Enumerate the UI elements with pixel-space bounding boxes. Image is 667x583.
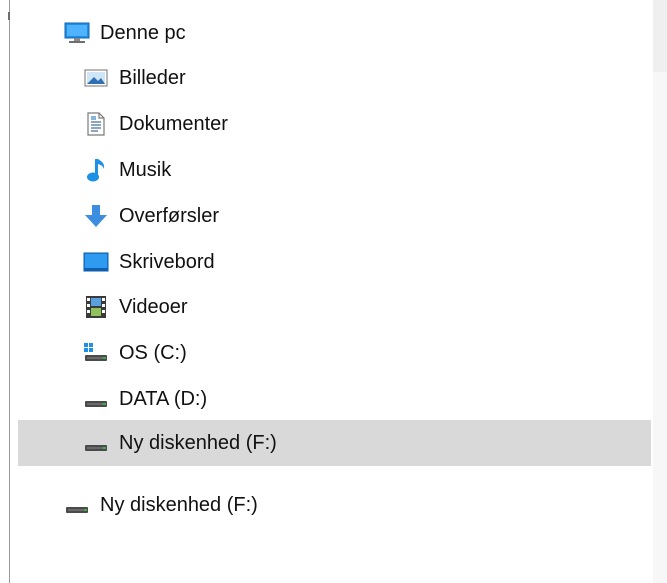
tree-item-musik[interactable]: Musik (83, 147, 643, 193)
tree-item-label: Skrivebord (119, 251, 215, 273)
tree-item-label: Overførsler (119, 205, 219, 227)
tree-item-label: Musik (119, 159, 172, 181)
videos-icon (83, 294, 109, 320)
music-icon (83, 157, 109, 183)
tree-item-label: DATA (D:) (119, 388, 208, 410)
downloads-icon (83, 203, 109, 229)
tree-item-ny-diskenhed-f[interactable]: Ny diskenhed (F:) (64, 482, 624, 528)
documents-icon (83, 111, 109, 137)
drive-icon (83, 430, 109, 456)
tree-item-label: Ny diskenhed (F:) (100, 494, 258, 516)
tree-item-label: Videoer (119, 296, 188, 318)
drive-icon (64, 492, 90, 518)
tree-item-videoer[interactable]: Videoer (83, 284, 643, 330)
pane-splitter[interactable] (0, 0, 10, 583)
navigation-pane: Denne pc Billeder Dokumenter Musik Overf… (0, 0, 667, 583)
vertical-scrollbar[interactable] (653, 0, 667, 583)
desktop-icon (83, 249, 109, 275)
tree-item-data-d[interactable]: DATA (D:) (83, 376, 643, 422)
tree-item-denne-pc[interactable]: Denne pc (64, 10, 624, 56)
tree-item-label: Denne pc (100, 22, 186, 44)
splitter-handle[interactable] (8, 12, 10, 20)
tree-item-dokumenter[interactable]: Dokumenter (83, 101, 643, 147)
tree-item-skrivebord[interactable]: Skrivebord (83, 239, 643, 285)
tree-item-label: OS (C:) (119, 342, 187, 364)
tree-item-os-c[interactable]: OS (C:) (83, 330, 643, 376)
computer-icon (64, 20, 90, 46)
tree-item-ny-diskenhed-f-selected[interactable]: Ny diskenhed (F:) (18, 420, 651, 466)
tree-item-label: Ny diskenhed (F:) (119, 432, 277, 454)
tree-item-overforsler[interactable]: Overførsler (83, 193, 643, 239)
drive-icon (83, 386, 109, 412)
tree-item-label: Billeder (119, 67, 186, 89)
tree-item-billeder[interactable]: Billeder (83, 55, 643, 101)
os-drive-icon (83, 340, 109, 366)
scrollbar-thumb[interactable] (653, 0, 667, 72)
tree-item-label: Dokumenter (119, 113, 228, 135)
pictures-icon (83, 65, 109, 91)
